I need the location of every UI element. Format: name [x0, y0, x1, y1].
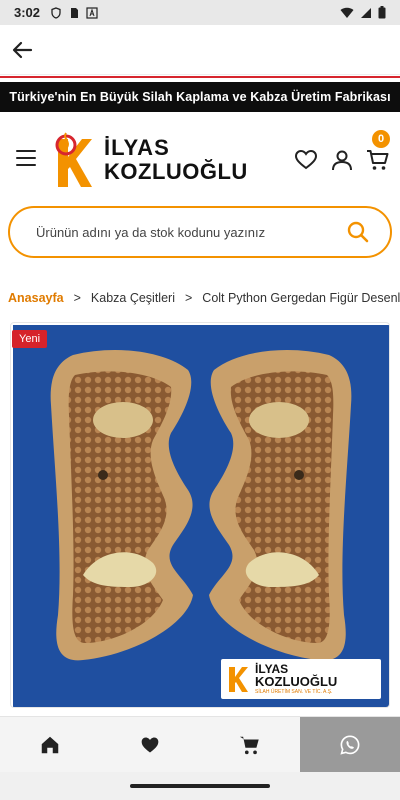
- accent-divider: [0, 76, 400, 78]
- user-icon: [332, 150, 352, 171]
- breadcrumb-home[interactable]: Anasayfa: [8, 291, 64, 305]
- search-input[interactable]: Ürünün adını ya da stok kodunu yazınız: [8, 206, 392, 258]
- search-button[interactable]: [346, 220, 370, 244]
- site-logo[interactable]: İLYAS KOZLUOĞLU: [52, 130, 292, 190]
- product-photo: İLYAS KOZLUOĞLU SİLAH ÜRETİM SAN. VE TİC…: [13, 325, 389, 707]
- site-header: İLYAS KOZLUOĞLU 0: [0, 118, 400, 200]
- product-image-frame[interactable]: İLYAS KOZLUOĞLU SİLAH ÜRETİM SAN. VE TİC…: [10, 322, 390, 708]
- signal-icon: [361, 7, 371, 18]
- home-indicator[interactable]: [130, 784, 270, 788]
- logo-line1: İLYAS: [104, 135, 170, 160]
- search-placeholder: Ürünün adını ya da stok kodunu yazınız: [36, 224, 266, 240]
- status-time: 3:02: [14, 5, 41, 20]
- sd-card-icon: [71, 7, 79, 18]
- nav-favorites-button[interactable]: [100, 717, 200, 772]
- cart-count-badge: 0: [372, 130, 390, 148]
- back-arrow-icon: [12, 41, 33, 58]
- heart-icon: [141, 737, 159, 752]
- system-gesture-bar: [0, 772, 400, 800]
- account-button[interactable]: [330, 148, 354, 172]
- whatsapp-button[interactable]: [300, 717, 400, 772]
- grip-panels-illustration: [50, 350, 352, 661]
- back-button[interactable]: [8, 36, 36, 64]
- status-bar: 3:02: [0, 0, 400, 25]
- breadcrumb-separator: >: [73, 291, 81, 305]
- watermark-mark-icon: [229, 667, 248, 692]
- breadcrumb-current: Colt Python Gergedan Figür Desenli Ce: [202, 291, 400, 305]
- logo-line2: KOZLUOĞLU: [104, 159, 248, 184]
- watermark-line3: SİLAH ÜRETİM SAN. VE TİC. A.Ş.: [255, 689, 333, 695]
- app-bar: [0, 25, 400, 75]
- whatsapp-icon: [340, 734, 360, 755]
- shield-icon: [51, 6, 61, 19]
- menu-icon[interactable]: [16, 150, 36, 166]
- nav-home-button[interactable]: [0, 717, 100, 772]
- search-icon: [347, 221, 369, 243]
- new-badge: Yeni: [12, 330, 48, 348]
- text-app-icon: [86, 6, 98, 19]
- cart-button[interactable]: 0: [366, 130, 390, 172]
- cart-icon: [239, 736, 259, 754]
- heart-icon: [294, 149, 318, 170]
- logo-mark-icon: [55, 132, 92, 187]
- nav-cart-button[interactable]: [200, 717, 300, 772]
- breadcrumb-separator: >: [184, 291, 193, 305]
- home-icon: [41, 736, 59, 753]
- watermark-line2: KOZLUOĞLU: [255, 674, 338, 689]
- cart-icon: [367, 150, 389, 170]
- watermark-logo: İLYAS KOZLUOĞLU SİLAH ÜRETİM SAN. VE TİC…: [221, 659, 381, 699]
- wifi-icon: [340, 7, 354, 18]
- breadcrumb-category[interactable]: Kabza Çeşitleri: [91, 291, 175, 305]
- breadcrumb: Anasayfa > Kabza Çeşitleri > Colt Python…: [8, 288, 400, 308]
- bottom-nav: [0, 716, 400, 772]
- battery-icon: [378, 6, 386, 19]
- favorites-button[interactable]: [294, 148, 318, 172]
- promo-banner: Türkiye'nin En Büyük Silah Kaplama ve Ka…: [0, 82, 400, 112]
